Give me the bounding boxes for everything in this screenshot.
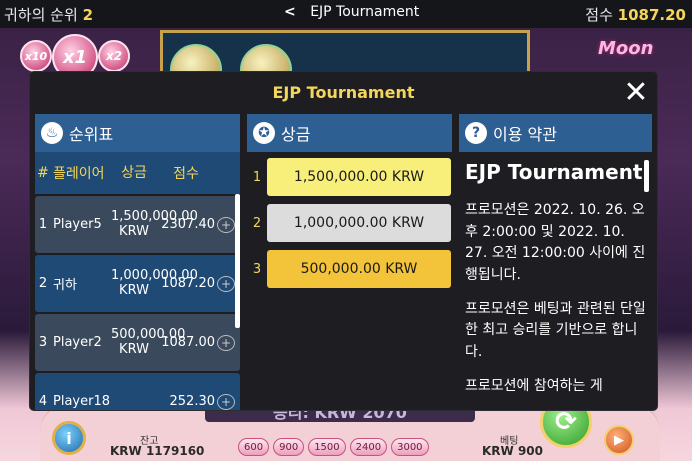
col-score: 점수 bbox=[173, 166, 199, 182]
terms-body: EJP Tournament 프로모션은 2022. 10. 26. 오후 2:… bbox=[459, 152, 652, 410]
leaderboard-scrollbar[interactable] bbox=[235, 194, 240, 328]
prize-row: 3 500,000.00 KRW bbox=[247, 248, 452, 290]
info-button[interactable]: i bbox=[52, 421, 86, 455]
bet-value: KRW 900 bbox=[482, 444, 544, 458]
row-rank: 2 bbox=[38, 276, 48, 291]
question-icon: ? bbox=[465, 122, 487, 144]
row-score: 252.30 bbox=[169, 394, 216, 409]
row-player: 귀하 bbox=[53, 278, 77, 293]
bet-chip[interactable]: 2400 bbox=[349, 438, 388, 456]
col-rank: # bbox=[37, 165, 49, 181]
balance-value: KRW 1179160 bbox=[110, 444, 205, 458]
expand-icon[interactable]: + bbox=[217, 275, 235, 292]
expand-icon[interactable]: + bbox=[217, 216, 235, 233]
prize-rank: 2 bbox=[252, 215, 262, 231]
tournament-title: EJP Tournament bbox=[310, 4, 420, 20]
rank-label: 귀하의 순위 bbox=[4, 6, 78, 24]
bet-chip[interactable]: 1500 bbox=[308, 438, 346, 456]
col-prize: 상금 bbox=[121, 164, 147, 181]
bet-chip[interactable]: 600 bbox=[238, 438, 270, 456]
medal-icon: ✪ bbox=[253, 122, 275, 144]
score-display: 점수 1087.20 bbox=[585, 4, 686, 25]
terms-scrollbar[interactable] bbox=[644, 160, 649, 192]
terms-title: 이용 약관 bbox=[493, 125, 557, 144]
leaderboard-columns: # 플레이어 상금 점수 bbox=[35, 152, 240, 194]
terms-paragraph: 프로모션에 참여하는 게 bbox=[465, 377, 603, 394]
row-prize: 1,500,000.00 KRW bbox=[111, 208, 198, 239]
row-rank: 1 bbox=[38, 217, 48, 232]
row-player: Player18 bbox=[53, 394, 110, 409]
table-row: 2 귀하 1,000,000.00 KRW 1087.20 + bbox=[35, 255, 240, 312]
score-value: 1087.20 bbox=[617, 6, 686, 24]
row-rank: 3 bbox=[38, 335, 48, 350]
prize-amount: 500,000.00 KRW bbox=[267, 250, 451, 288]
table-row: 3 Player2 500,000.00 KRW 1087.00 + bbox=[35, 314, 240, 371]
close-icon[interactable]: ✕ bbox=[621, 78, 651, 108]
tournament-modal: EJP Tournament ✕ ♨ 순위표 # 플레이어 상금 점수 1 Pl… bbox=[30, 72, 657, 410]
leaderboard-panel: ♨ 순위표 # 플레이어 상금 점수 1 Player5 1,500,000.0… bbox=[35, 114, 240, 410]
bet-chip[interactable]: 3000 bbox=[391, 438, 429, 456]
autoplay-button[interactable]: ▶ bbox=[604, 425, 634, 455]
prize-row: 2 1,000,000.00 KRW bbox=[247, 202, 452, 244]
table-row: 1 Player5 1,500,000.00 KRW 2307.40 + bbox=[35, 196, 240, 253]
prizes-panel: ✪ 상금 1 1,500,000.00 KRW 2 1,000,000.00 K… bbox=[247, 114, 452, 410]
row-prize: 500,000.00 KRW bbox=[111, 326, 186, 357]
terms-paragraph: 프로모션은 베팅과 관련된 단일한 최고 승리를 기반으로 합니다. bbox=[465, 300, 646, 361]
row-score: 1087.00 bbox=[161, 335, 215, 350]
prize-rank: 1 bbox=[252, 169, 262, 185]
expand-icon[interactable]: + bbox=[217, 334, 235, 351]
prizes-title: 상금 bbox=[281, 125, 311, 144]
multiplier-x10: x10 bbox=[20, 40, 52, 72]
prize-amount: 1,500,000.00 KRW bbox=[267, 158, 451, 196]
row-score: 1087.20 bbox=[161, 276, 215, 291]
game-logo: Moon bbox=[598, 38, 654, 59]
leaderboard-title: 순위표 bbox=[69, 125, 114, 144]
row-score: 2307.40 bbox=[161, 217, 215, 232]
prize-rank: 3 bbox=[252, 261, 262, 277]
row-rank: 4 bbox=[38, 394, 48, 409]
terms-paragraph: 프로모션은 2022. 10. 26. 오후 2:00:00 및 2022. 1… bbox=[465, 202, 646, 284]
rank-display: 귀하의 순위 2 bbox=[4, 4, 93, 25]
prizes-header: ✪ 상금 bbox=[247, 114, 452, 152]
spin-icon: ⟳ bbox=[555, 407, 577, 437]
multiplier-x2: x2 bbox=[98, 40, 130, 72]
flame-icon: ♨ bbox=[41, 122, 63, 144]
bet-chips: 600 900 1500 2400 3000 bbox=[238, 438, 429, 456]
modal-title: EJP Tournament bbox=[272, 82, 415, 102]
terms-panel: ? 이용 약관 EJP Tournament 프로모션은 2022. 10. 2… bbox=[459, 114, 652, 410]
tournament-header[interactable]: < EJP Tournament bbox=[284, 4, 419, 20]
col-player: 플레이어 bbox=[53, 166, 105, 182]
row-prize: 1,000,000.00 KRW bbox=[111, 267, 198, 298]
bet-chip[interactable]: 900 bbox=[273, 438, 305, 456]
row-player: Player2 bbox=[53, 335, 102, 350]
leaderboard-header: ♨ 순위표 bbox=[35, 114, 240, 152]
expand-icon[interactable]: + bbox=[217, 393, 235, 410]
table-row: 4 Player18 252.30 + bbox=[35, 373, 240, 410]
top-bar: 귀하의 순위 2 < EJP Tournament 점수 1087.20 bbox=[0, 0, 692, 28]
prize-amount: 1,000,000.00 KRW bbox=[267, 204, 451, 242]
terms-heading: EJP Tournament bbox=[465, 160, 643, 184]
play-icon: ▶ bbox=[614, 432, 624, 448]
rank-value: 2 bbox=[82, 6, 93, 24]
back-arrow-icon[interactable]: < bbox=[284, 4, 296, 20]
row-player: Player5 bbox=[53, 217, 102, 232]
terms-header: ? 이용 약관 bbox=[459, 114, 652, 152]
prize-row: 1 1,500,000.00 KRW bbox=[247, 156, 452, 198]
score-label: 점수 bbox=[585, 6, 613, 24]
